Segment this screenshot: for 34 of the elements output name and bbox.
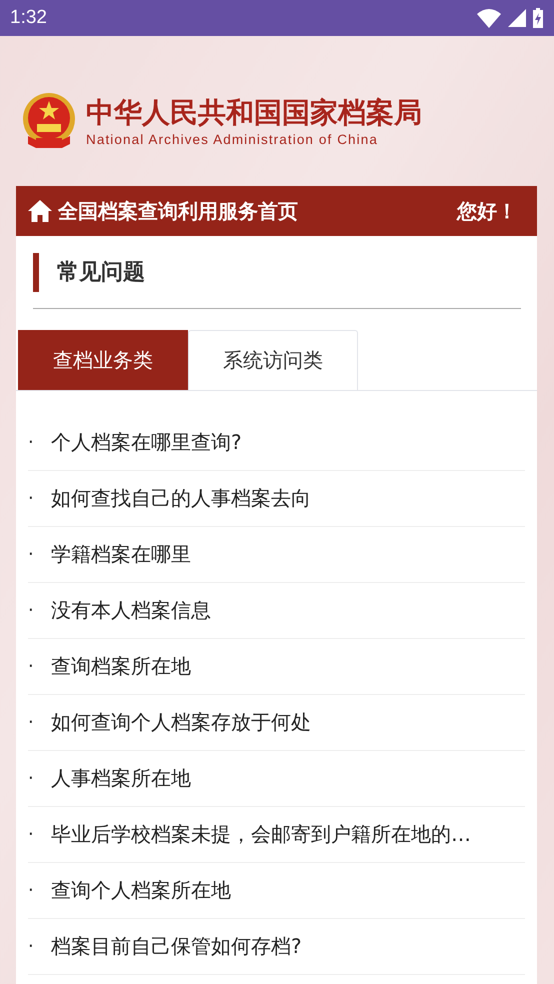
section-title: 常见问题 [57,259,145,287]
question-link[interactable]: 人事档案所在地 [51,765,191,792]
greeting-text: 您好！ [457,198,517,224]
question-link[interactable]: 如何查询个人档案存放于何处 [51,709,311,736]
bullet: · [28,824,35,845]
question-link[interactable]: 个人档案在哪里查询? [51,429,242,456]
category-tab[interactable]: 查档业务类 [18,330,188,390]
agency-subtitle: National Archives Administration of China [86,132,379,146]
question-link[interactable]: 档案目前自己保管如何存档? [51,933,302,960]
home-icon[interactable] [28,200,52,222]
question-link[interactable]: 没有本人档案信息 [51,597,211,624]
question-link[interactable]: 学籍档案在哪里 [51,541,191,568]
wifi-icon [476,8,502,28]
bullet: · [28,544,35,565]
clock-time: 1:32 [10,7,47,29]
home-link[interactable]: 全国档案查询利用服务首页 [58,198,451,224]
agency-title: 中华人民共和国国家档案局 [86,96,422,130]
emblem-icon [22,92,76,150]
question-link[interactable]: 查询个人档案所在地 [51,877,231,904]
signal-icon [508,9,526,27]
bullet: · [28,936,35,957]
bullet: · [28,432,35,453]
bullet: · [28,768,35,789]
question-link[interactable]: 毕业后学校档案未提，会邮寄到户籍所在地的… [51,821,471,848]
battery-icon [532,8,544,28]
question-link[interactable]: 查询档案所在地 [51,653,191,680]
bullet: · [28,600,35,621]
category-tab[interactable]: 系统访问类 [188,330,358,390]
question-link[interactable]: 如何查找自己的人事档案去向 [51,485,311,512]
bullet: · [28,880,35,901]
accent-bar [33,252,39,292]
bullet: · [28,656,35,677]
bullet: · [28,712,35,733]
bullet: · [28,488,35,509]
